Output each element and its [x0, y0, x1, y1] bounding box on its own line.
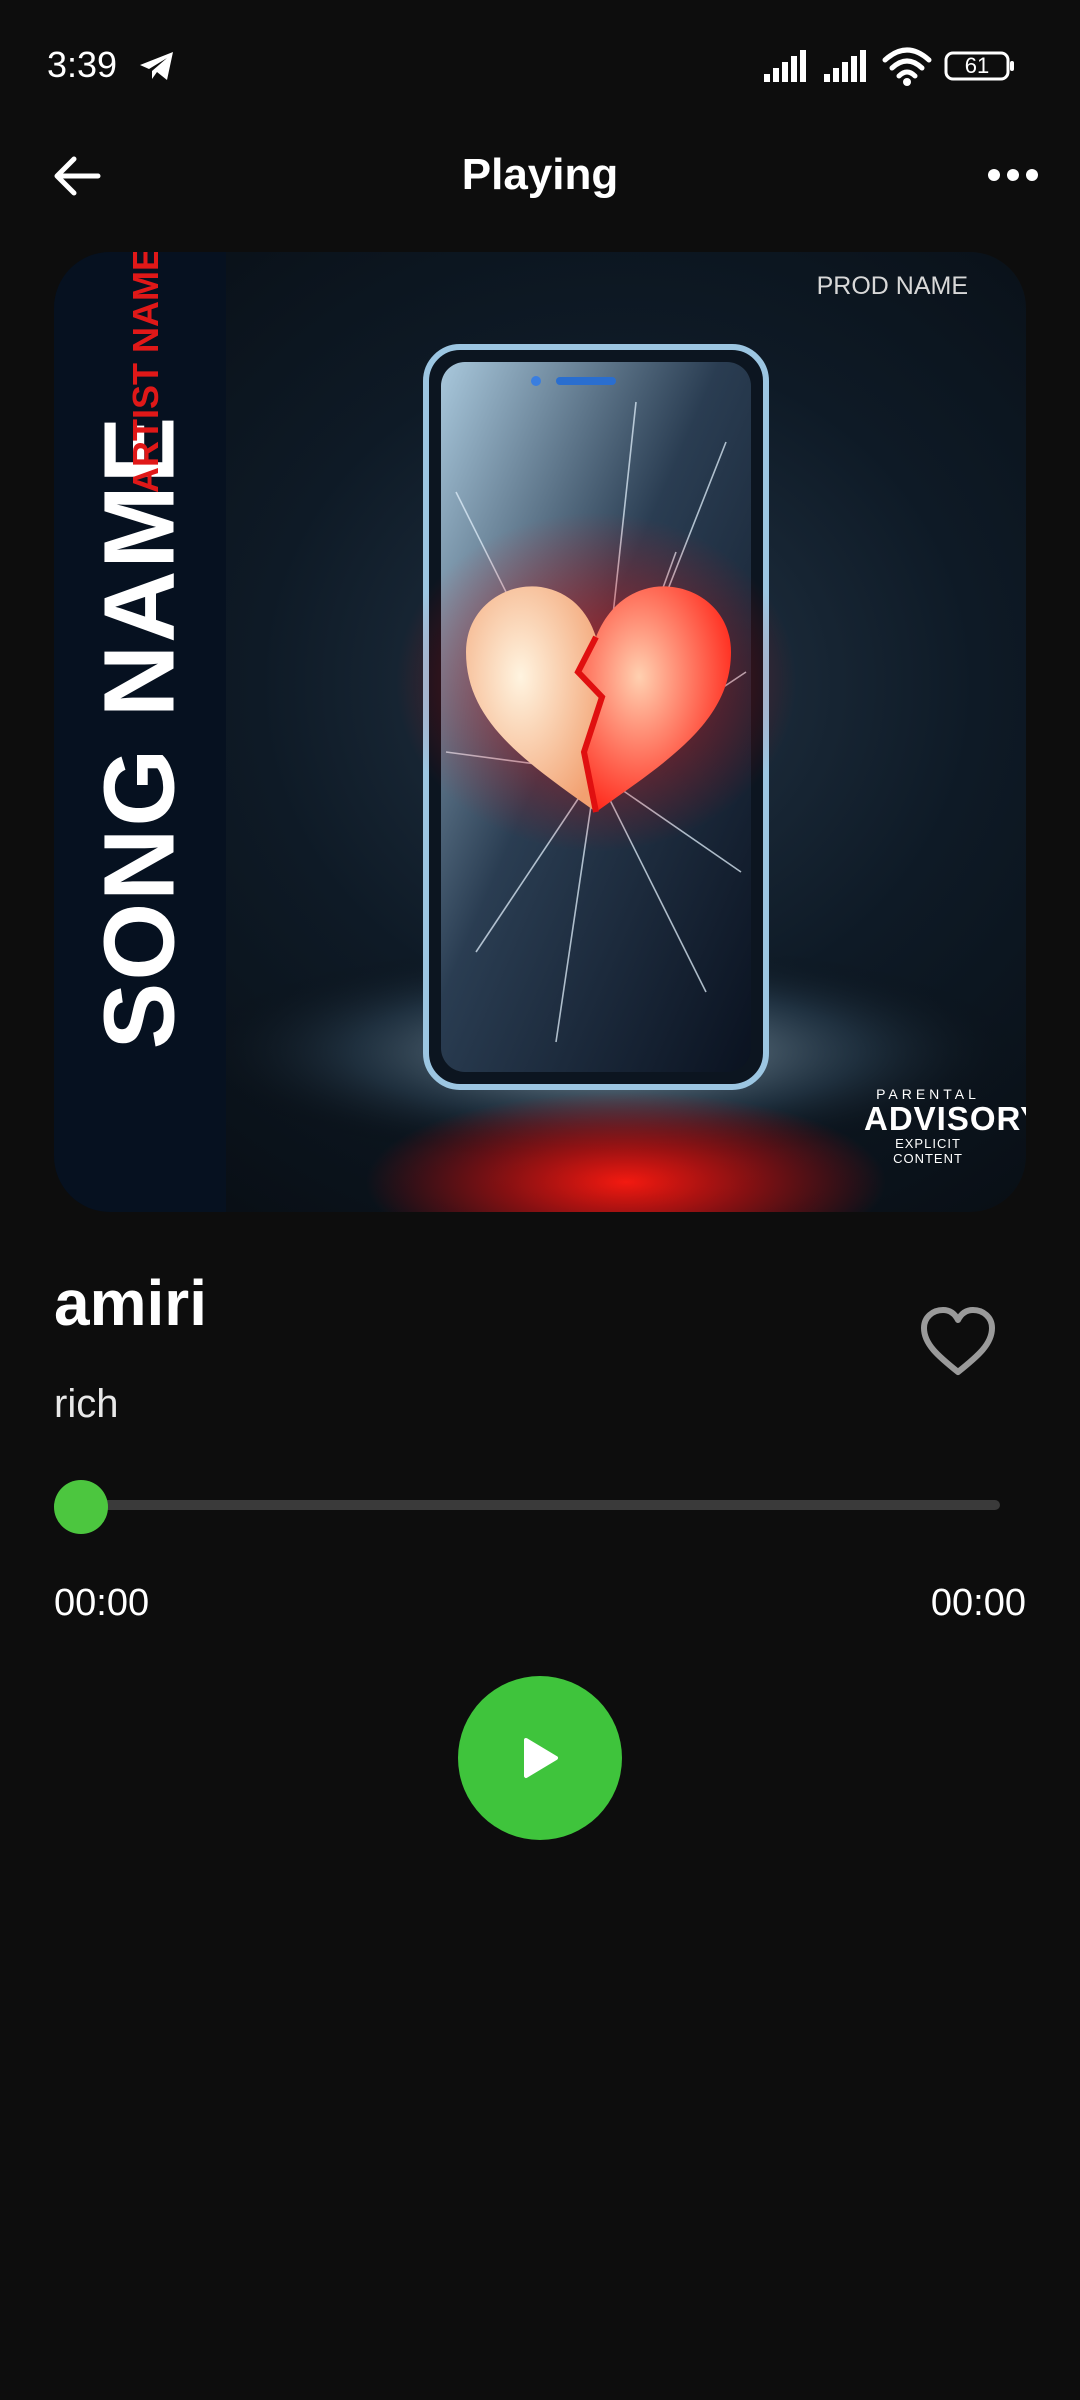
heart-icon — [921, 1307, 995, 1375]
seek-bar[interactable] — [54, 1500, 1000, 1510]
track-artist: rich — [54, 1382, 119, 1426]
play-button[interactable] — [458, 1676, 622, 1840]
page-title: Playing — [461, 150, 619, 199]
cover-song-name: SONG NAME — [83, 414, 196, 1050]
like-button[interactable] — [918, 1304, 998, 1378]
status-time: 3:39 — [47, 44, 118, 85]
signal-icon — [764, 50, 806, 82]
album-cover: SONG NAME ARTIST NAME PROD NAME PARENTAL… — [54, 252, 1026, 1212]
telegram-icon — [140, 52, 173, 80]
parental-advisory-label: PARENTAL ADVISORY EXPLICIT CONTENT — [864, 1086, 1026, 1166]
cover-artwork — [226, 344, 1026, 1212]
battery-level: 61 — [964, 53, 990, 78]
signal-icon — [824, 50, 866, 82]
seek-thumb[interactable] — [54, 1480, 108, 1534]
total-time: 00:00 — [930, 1582, 1026, 1624]
status-bar: 3:39 61 — [0, 0, 1080, 132]
play-icon — [524, 1738, 558, 1778]
cover-prod-name: PROD NAME — [816, 272, 968, 300]
more-options-button[interactable] — [986, 160, 1040, 190]
cover-artist-name: ARTIST NAME — [125, 252, 166, 493]
more-horizontal-icon — [988, 169, 1038, 181]
wifi-icon — [882, 47, 932, 86]
advisory-line-2: ADVISORY — [864, 1100, 1026, 1137]
advisory-line-3: EXPLICIT CONTENT — [893, 1136, 963, 1166]
track-title: amiri — [54, 1267, 207, 1339]
elapsed-time: 00:00 — [54, 1582, 150, 1624]
